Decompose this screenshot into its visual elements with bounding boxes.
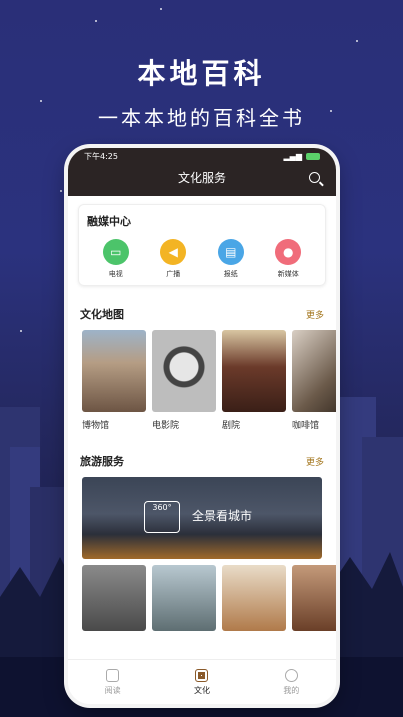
media-item-new-media[interactable]: ● 新媒体 xyxy=(275,239,302,279)
media-label: 电视 xyxy=(108,270,123,278)
tourism-photo[interactable] xyxy=(82,565,146,631)
tab-label: 文化 xyxy=(193,685,210,695)
museum-image xyxy=(82,330,146,412)
culture-map-title: 文化地图 xyxy=(80,308,124,321)
tab-read[interactable]: 阅读 xyxy=(104,668,121,696)
media-label: 报纸 xyxy=(223,270,238,278)
media-label: 新媒体 xyxy=(277,270,299,278)
tv-icon: ▭ xyxy=(102,239,129,265)
culture-map-more-link[interactable]: 更多 xyxy=(306,308,324,321)
culture-item-cinema[interactable]: 电影院 xyxy=(152,330,216,431)
tourism-more-link[interactable]: 更多 xyxy=(306,455,324,468)
tab-culture[interactable]: 文化 xyxy=(193,668,210,696)
app-header: 下午4:25 ▂▄▆ 文化服务 xyxy=(68,148,336,196)
culture-item-label: 电影院 xyxy=(152,421,180,431)
culture-item-cafe[interactable]: 咖啡馆 xyxy=(292,330,336,431)
status-bar: 下午4:25 ▂▄▆ xyxy=(68,148,336,164)
read-icon xyxy=(106,668,120,682)
tourism-photo-list xyxy=(68,565,336,631)
tourism-photo[interactable] xyxy=(222,565,286,631)
profile-icon xyxy=(284,668,298,682)
culture-item-label: 咖啡馆 xyxy=(292,421,320,431)
broadcast-icon: ◀ xyxy=(160,239,187,265)
bottom-tab-bar: 阅读 文化 我的 xyxy=(68,659,336,704)
hero-banner: 本地百科 一本本地的百科全书 xyxy=(0,52,403,131)
tourism-title: 旅游服务 xyxy=(80,455,124,468)
newspaper-icon: ▤ xyxy=(217,239,244,265)
signal-icon: ▂▄▆ xyxy=(283,151,302,161)
tab-label: 我的 xyxy=(283,685,300,695)
page-title: 文化服务 xyxy=(177,171,226,185)
tourism-photo[interactable] xyxy=(292,565,336,631)
culture-item-label: 剧院 xyxy=(222,421,241,431)
panorama-city-banner[interactable]: 360° 全景看城市 xyxy=(82,477,322,559)
header-titlebar: 文化服务 xyxy=(68,164,336,192)
culture-map-header: 文化地图 更多 xyxy=(80,306,324,322)
culture-icon xyxy=(195,668,209,682)
tab-label: 阅读 xyxy=(104,685,121,695)
panorama-360-icon: 360° xyxy=(144,501,180,533)
tourism-header: 旅游服务 更多 xyxy=(80,453,324,469)
media-center-title: 融媒中心 xyxy=(87,215,131,228)
tourism-photo[interactable] xyxy=(152,565,216,631)
media-item-broadcast[interactable]: ◀ 广播 xyxy=(160,239,187,279)
culture-item-museum[interactable]: 博物馆 xyxy=(82,330,146,431)
media-item-newspaper[interactable]: ▤ 报纸 xyxy=(217,239,244,279)
search-icon[interactable] xyxy=(309,172,320,183)
tab-mine[interactable]: 我的 xyxy=(283,668,300,696)
cafe-image xyxy=(292,330,336,412)
cinema-image xyxy=(152,330,216,412)
theater-image xyxy=(222,330,286,412)
status-time: 下午4:25 xyxy=(84,151,118,161)
culture-item-theater[interactable]: 剧院 xyxy=(222,330,286,431)
hero-title: 本地百科 xyxy=(137,57,266,90)
media-item-tv[interactable]: ▭ 电视 xyxy=(102,239,129,279)
hero-subtitle: 一本本地的百科全书 xyxy=(98,106,305,130)
media-label: 广播 xyxy=(166,270,181,278)
culture-map-list: 博物馆 电影院 剧院 咖啡馆 xyxy=(68,330,336,431)
phone-mockup: 下午4:25 ▂▄▆ 文化服务 融媒中心 ▭ 电视 ◀ 广播 ▤ 报纸 ● 新媒… xyxy=(68,148,336,704)
status-icons: ▂▄▆ xyxy=(284,152,320,161)
culture-item-label: 博物馆 xyxy=(82,421,110,431)
media-center-card: 融媒中心 ▭ 电视 ◀ 广播 ▤ 报纸 ● 新媒体 xyxy=(78,204,326,286)
battery-icon xyxy=(306,152,320,160)
new-media-icon: ● xyxy=(275,239,302,265)
panorama-banner-text: 全景看城市 xyxy=(192,509,253,523)
